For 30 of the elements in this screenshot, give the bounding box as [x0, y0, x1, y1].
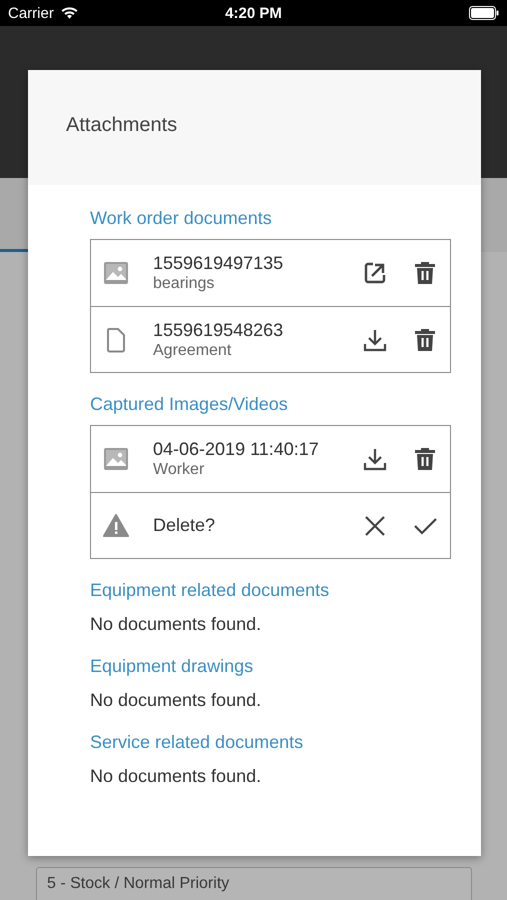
empty-message: No documents found.: [90, 689, 262, 711]
image-icon: [103, 446, 129, 472]
warning-icon: [103, 512, 129, 538]
carrier-name: Carrier: [8, 4, 54, 22]
image-icon: [103, 260, 129, 286]
trash-icon: [412, 326, 438, 352]
file-name: 1559619548263: [153, 318, 284, 340]
section-heading: Service related documents: [90, 731, 304, 753]
section-heading: Equipment related documents: [90, 579, 330, 601]
trash-icon: [412, 260, 438, 286]
confirm-text: Delete?: [153, 515, 216, 536]
battery-icon: [469, 6, 499, 20]
section-heading: Work order documents: [90, 207, 273, 229]
dialog-title: Attachments: [66, 114, 178, 136]
file-caption: Agreement: [153, 340, 232, 360]
section-heading: Captured Images/Videos: [90, 393, 289, 415]
wifi-icon: [60, 6, 79, 20]
trash-icon: [412, 446, 438, 472]
empty-message: No documents found.: [90, 613, 262, 635]
empty-message: No documents found.: [90, 765, 262, 787]
file-name: 1559619497135: [153, 252, 284, 274]
section-heading: Equipment drawings: [90, 655, 254, 677]
download-icon: [362, 446, 388, 472]
file-caption: bearings: [153, 274, 216, 294]
tab-indicator: [0, 249, 28, 252]
file-caption: Worker: [153, 460, 206, 480]
status-time: 4:20 PM: [225, 4, 282, 22]
external-link-icon: [362, 260, 388, 286]
priority-field[interactable]: 5 - Stock / Normal Priority: [36, 867, 472, 900]
file-name: 04-06-2019 11:40:17: [153, 438, 320, 460]
